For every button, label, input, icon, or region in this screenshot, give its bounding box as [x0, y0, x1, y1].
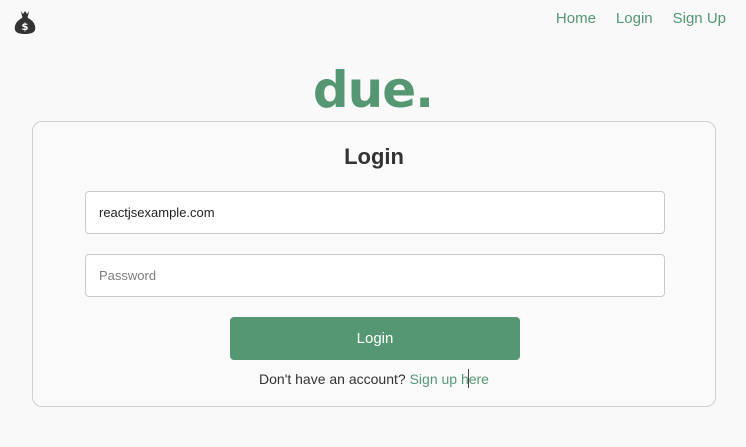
- login-title: Login: [344, 144, 404, 169]
- login-button[interactable]: Login: [230, 317, 520, 360]
- nav-link-home[interactable]: Home: [556, 10, 596, 27]
- navbar: $ Home Login Sign Up: [0, 0, 746, 40]
- nav-link-login[interactable]: Login: [616, 10, 653, 27]
- nav-links: Home Login Sign Up: [556, 10, 726, 27]
- nav-link-signup[interactable]: Sign Up: [673, 10, 726, 27]
- email-input[interactable]: [85, 191, 665, 234]
- money-bag-icon[interactable]: $: [13, 9, 37, 35]
- signup-line: Don't have an account? Sign up here: [33, 369, 715, 388]
- signup-link-text: Sign up here: [409, 371, 489, 387]
- brand-title: due.: [312, 61, 434, 119]
- svg-text:$: $: [22, 22, 29, 33]
- signup-link[interactable]: Sign up here: [409, 369, 489, 388]
- login-card: Login Login Don't have an account? Sign …: [32, 121, 716, 407]
- password-input[interactable]: [85, 254, 665, 297]
- text-cursor: [467, 369, 469, 388]
- signup-prompt: Don't have an account?: [259, 371, 406, 387]
